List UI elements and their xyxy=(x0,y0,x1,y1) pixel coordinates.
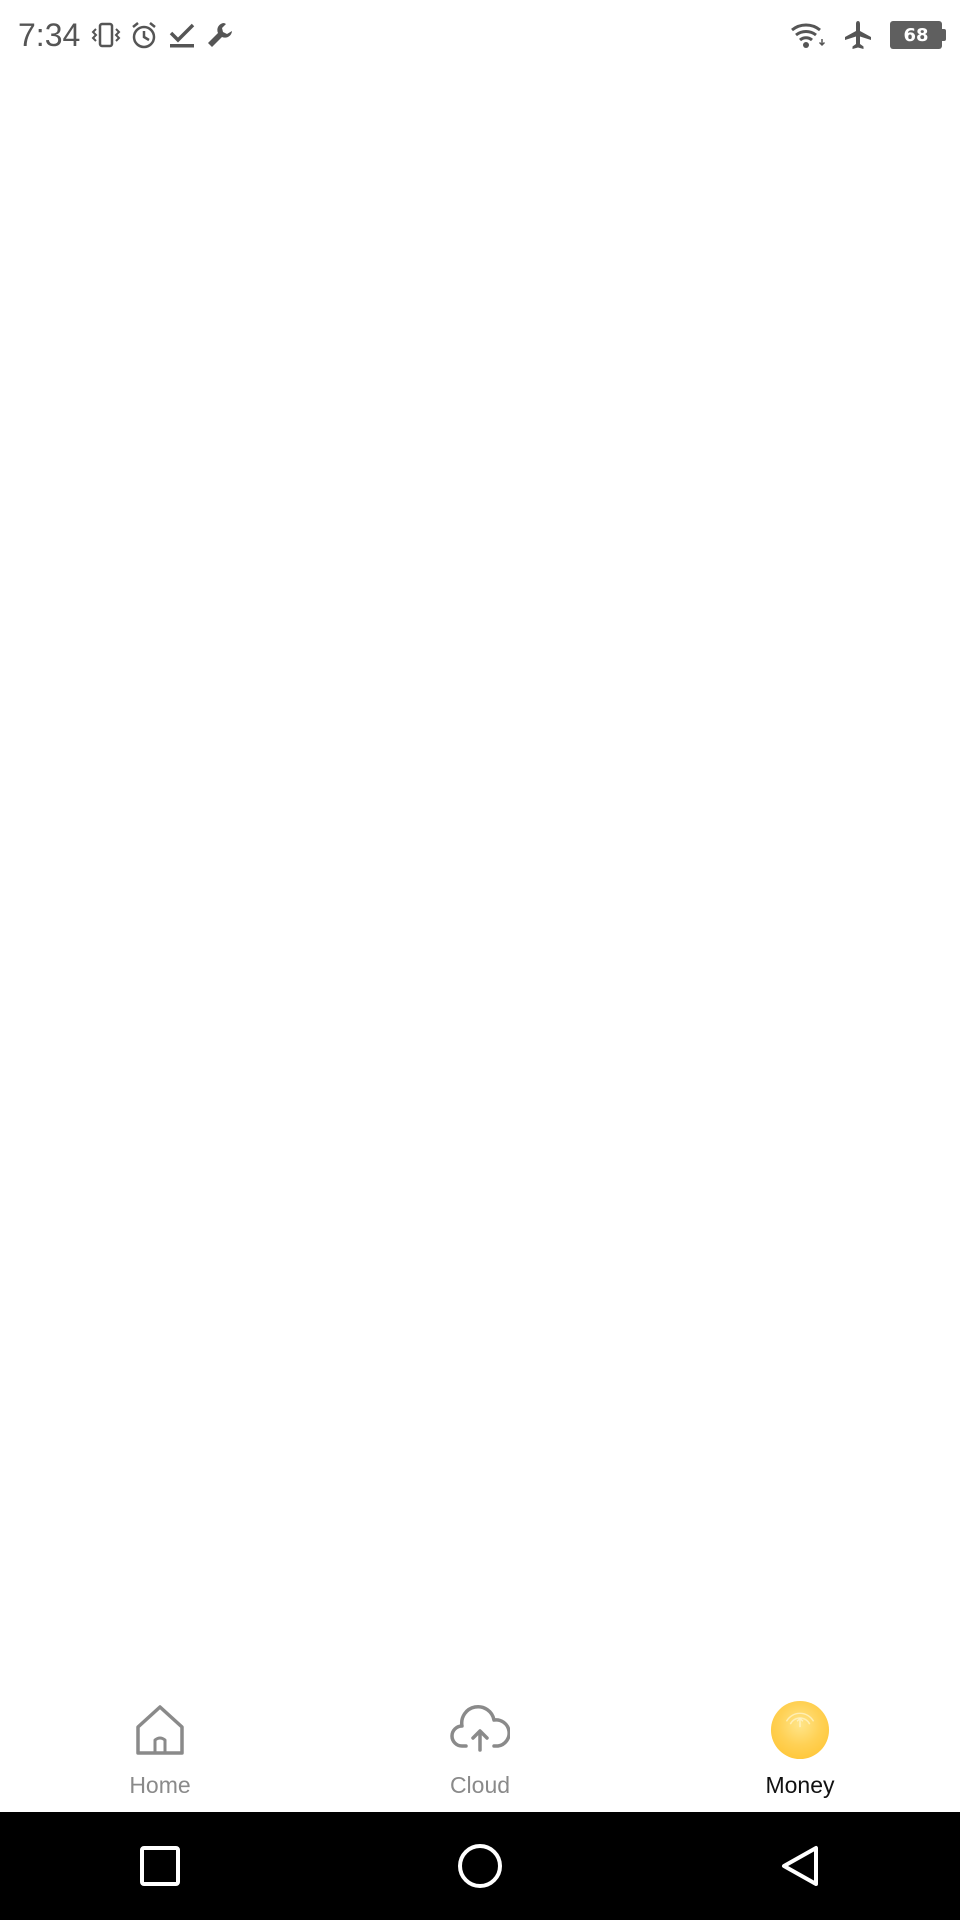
tab-cloud[interactable]: Cloud xyxy=(320,1670,640,1812)
wifi-icon xyxy=(788,15,828,55)
battery-body: 68 xyxy=(890,21,942,49)
system-nav-bar xyxy=(0,1812,960,1920)
wrench-icon xyxy=(202,17,238,53)
alarm-icon xyxy=(126,17,162,53)
recents-button[interactable] xyxy=(120,1826,200,1906)
cloud-upload-icon xyxy=(450,1700,510,1760)
airplane-icon xyxy=(838,15,878,55)
tab-home[interactable]: Home xyxy=(0,1670,320,1812)
status-bar-left: 7:34 xyxy=(0,17,240,54)
app-screen: 7:34 68 Home Cloud Money xyxy=(0,0,960,1920)
status-bar-right: 68 xyxy=(778,15,960,55)
home-circle-icon xyxy=(458,1844,502,1888)
tab-home-label: Home xyxy=(129,1772,191,1798)
battery-tip xyxy=(942,29,946,41)
home-button[interactable] xyxy=(440,1826,520,1906)
tab-money[interactable]: Money xyxy=(640,1670,960,1812)
battery-icon: 68 xyxy=(890,21,946,49)
status-time: 7:34 xyxy=(18,16,81,53)
check-icon xyxy=(164,17,200,53)
status-bar: 7:34 68 xyxy=(0,0,960,70)
coin-icon xyxy=(770,1700,830,1760)
battery-level: 68 xyxy=(903,24,929,46)
home-icon xyxy=(130,1700,190,1760)
recents-icon xyxy=(140,1846,180,1886)
main-content xyxy=(0,70,960,1670)
tab-money-label: Money xyxy=(765,1772,835,1798)
back-button[interactable] xyxy=(760,1826,840,1906)
back-triangle-icon xyxy=(782,1846,818,1886)
bottom-tab-bar: Home Cloud Money xyxy=(0,1670,960,1812)
tab-cloud-label: Cloud xyxy=(449,1772,511,1798)
vibrate-icon xyxy=(88,17,124,53)
